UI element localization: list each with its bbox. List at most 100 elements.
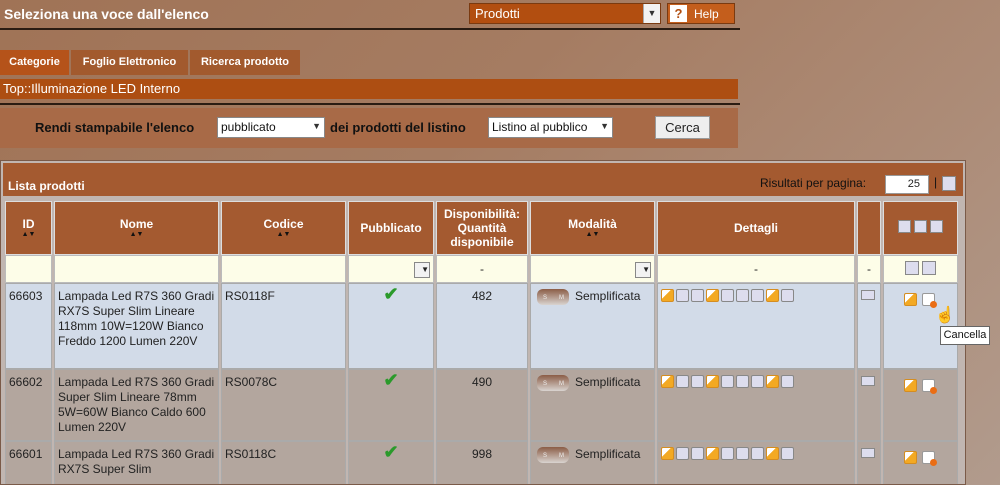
details-icon[interactable]	[706, 447, 719, 460]
details-icon[interactable]	[766, 447, 779, 460]
edit-icon[interactable]	[903, 379, 917, 392]
details-icon[interactable]	[676, 447, 689, 460]
delete-icon[interactable]	[922, 451, 938, 466]
details-icon[interactable]	[781, 447, 794, 460]
chevron-down-icon: ▼	[600, 121, 609, 131]
section-select-value: Prodotti	[475, 6, 520, 21]
listino-label: dei prodotti del listino	[330, 120, 466, 135]
details-icon[interactable]	[676, 289, 689, 302]
status-select-value: pubblicato	[221, 120, 276, 134]
details-icon[interactable]	[736, 289, 749, 302]
delete-icon[interactable]	[922, 379, 938, 394]
column-details: Dettagli	[657, 201, 855, 255]
cell-code: RS0118F	[221, 283, 346, 369]
details-icon[interactable]	[706, 375, 719, 388]
results-per-page-input[interactable]: 25	[885, 175, 929, 194]
details-icon[interactable]	[676, 375, 689, 388]
details-icon[interactable]	[736, 375, 749, 388]
divider	[0, 103, 740, 105]
chevron-down-icon[interactable]: ▼	[635, 261, 651, 278]
sort-icon[interactable]: ▲▼	[222, 231, 345, 239]
sort-icon[interactable]: ▲▼	[6, 231, 51, 239]
details-icon[interactable]	[706, 289, 719, 302]
details-icon[interactable]	[661, 289, 674, 302]
details-icon[interactable]	[691, 375, 704, 388]
window-icon[interactable]	[861, 290, 875, 300]
results-per-page-label: Risultati per pagina:	[760, 176, 867, 190]
filter-extra: -	[857, 255, 881, 283]
mode-label: Semplificata	[575, 289, 641, 304]
filter-code[interactable]	[221, 255, 346, 283]
delete-icon[interactable]	[922, 293, 938, 308]
column-code[interactable]: Codice ▲▼	[221, 201, 346, 255]
filter-mode[interactable]: ▼	[530, 255, 655, 283]
tooltip: Cancella	[940, 326, 990, 345]
filter-published[interactable]: ▼	[348, 255, 434, 283]
details-icon[interactable]	[766, 289, 779, 302]
details-icon[interactable]	[721, 375, 734, 388]
cell-name: Lampada Led R7S 360 Gradi RX7S Super Sli…	[54, 283, 219, 369]
tab-categorie[interactable]: Categorie	[0, 50, 69, 75]
column-name[interactable]: Nome ▲▼	[54, 201, 219, 255]
chevron-down-icon[interactable]: ▼	[414, 261, 430, 278]
details-icon[interactable]	[751, 289, 764, 302]
chevron-down-icon[interactable]: ▼	[643, 4, 660, 23]
column-code-label: Codice	[263, 217, 304, 231]
list-title: Lista prodotti	[8, 179, 85, 193]
print-icon[interactable]	[930, 220, 944, 233]
column-mode-label: Modalità	[568, 217, 617, 231]
print-label: Rendi stampabile l'elenco	[35, 120, 195, 135]
product-table: ID ▲▼ Nome ▲▼ Codice ▲▼ Pubblicato Disponib…	[3, 201, 960, 484]
filter-reset-icon[interactable]	[922, 260, 937, 275]
details-icon[interactable]	[691, 289, 704, 302]
details-icon[interactable]	[721, 289, 734, 302]
window-icon[interactable]	[861, 448, 875, 458]
details-icon[interactable]	[781, 375, 794, 388]
details-icon[interactable]	[661, 447, 674, 460]
table-row[interactable]: 66601 Lampada Led R7S 360 Gradi RX7S Sup…	[5, 441, 958, 484]
filter-apply-icon[interactable]	[904, 260, 919, 275]
cell-code: RS0118C	[221, 441, 346, 484]
details-icon[interactable]	[721, 447, 734, 460]
details-icon[interactable]	[766, 375, 779, 388]
details-icon[interactable]	[661, 375, 674, 388]
cell-id: 66602	[5, 369, 52, 441]
check-icon: ✔	[383, 370, 399, 390]
sort-icon[interactable]: ▲▼	[55, 231, 218, 239]
excel-icon[interactable]	[914, 220, 927, 233]
edit-icon[interactable]	[903, 451, 917, 464]
filter-actions	[883, 255, 958, 283]
column-id[interactable]: ID ▲▼	[5, 201, 52, 255]
filter-name[interactable]	[54, 255, 219, 283]
price-list-select[interactable]: Listino al pubblico ▼	[488, 117, 613, 138]
table-row[interactable]: 66602 Lampada Led R7S 360 Gradi Super Sl…	[5, 369, 958, 441]
new-product-icon[interactable]	[897, 220, 911, 233]
sort-icon[interactable]: ▲▼	[531, 231, 654, 239]
cell-id: 66601	[5, 441, 52, 484]
column-actions	[883, 201, 958, 255]
search-button[interactable]: Cerca	[655, 116, 710, 139]
window-icon[interactable]	[861, 376, 875, 386]
section-select[interactable]: Prodotti ▼	[469, 3, 661, 24]
cell-qty: 998	[436, 441, 528, 484]
cell-code: RS0078C	[221, 369, 346, 441]
chevron-down-icon: ▼	[312, 121, 321, 131]
help-button[interactable]: ? Help	[667, 3, 735, 24]
filter-id[interactable]	[5, 255, 52, 283]
cell-actions	[883, 441, 958, 484]
tab-foglio-elettronico[interactable]: Foglio Elettronico	[71, 50, 188, 75]
column-mode[interactable]: Modalità ▲▼	[530, 201, 655, 255]
mode-label: Semplificata	[575, 375, 641, 390]
details-icon[interactable]	[736, 447, 749, 460]
details-icon[interactable]	[751, 375, 764, 388]
table-row[interactable]: 66603 Lampada Led R7S 360 Gradi RX7S Sup…	[5, 283, 958, 369]
edit-icon[interactable]	[903, 293, 917, 306]
export-icon[interactable]	[942, 176, 956, 191]
status-select[interactable]: pubblicato ▼	[217, 117, 325, 138]
cell-details	[657, 441, 855, 484]
details-icon[interactable]	[691, 447, 704, 460]
tab-ricerca-prodotto[interactable]: Ricerca prodotto	[190, 50, 300, 75]
details-icon[interactable]	[751, 447, 764, 460]
hand-cursor-icon: ☝	[935, 307, 955, 324]
details-icon[interactable]	[781, 289, 794, 302]
